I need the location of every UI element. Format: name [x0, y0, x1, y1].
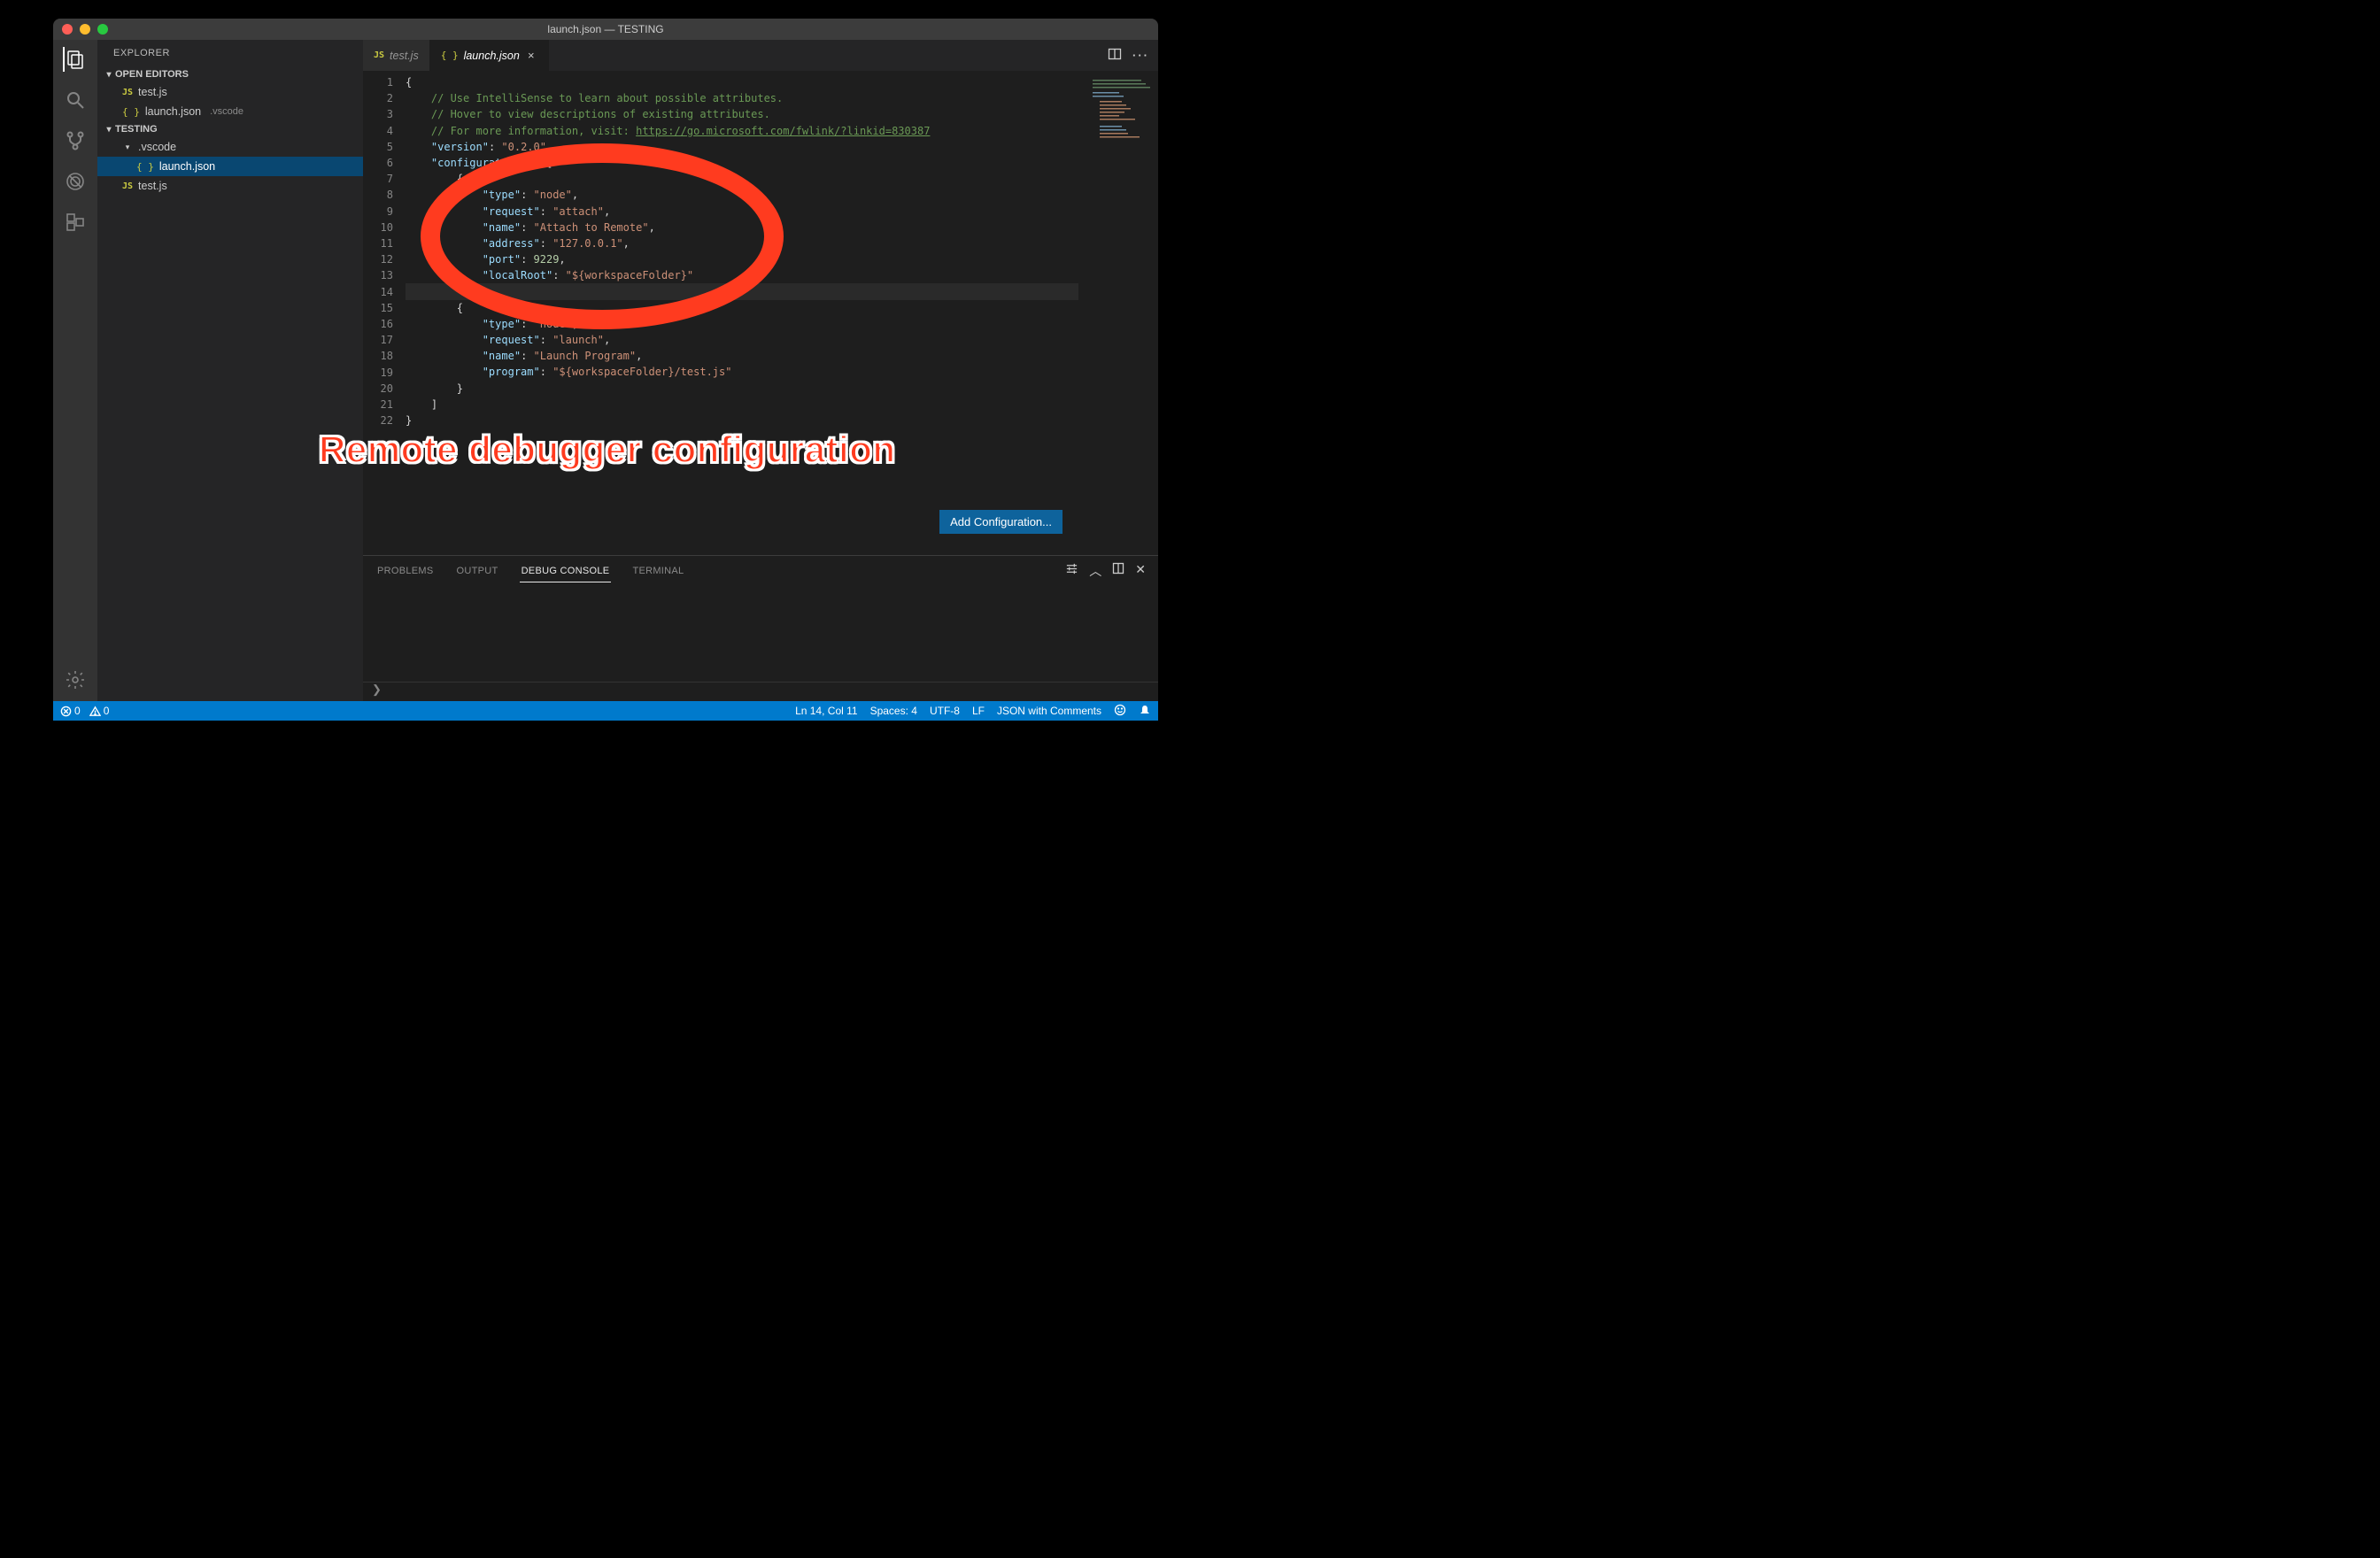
tab-label: launch.json	[464, 50, 520, 62]
editor-tabs: JS test.js { } launch.json × ···	[363, 40, 1158, 71]
file-name: launch.json	[159, 160, 215, 173]
explorer-sidebar: EXPLORER ▾ OPEN EDITORS JS test.js { } l…	[97, 40, 363, 701]
panel-tab-problems[interactable]: PROBLEMS	[375, 566, 436, 576]
settings-gear-icon[interactable]	[63, 667, 88, 692]
panel-tabs: PROBLEMS OUTPUT DEBUG CONSOLE TERMINAL ︿…	[363, 556, 1158, 586]
extensions-icon[interactable]	[63, 210, 88, 235]
workspace-section[interactable]: ▾ TESTING	[97, 121, 363, 137]
json-file-icon: { }	[441, 50, 459, 61]
minimap[interactable]	[1078, 71, 1158, 555]
file-name: launch.json	[145, 105, 201, 118]
close-tab-button[interactable]: ×	[525, 50, 537, 62]
editor-actions: ···	[1108, 40, 1158, 71]
file-name: test.js	[138, 180, 167, 192]
minimize-window-button[interactable]	[80, 24, 90, 35]
language-mode[interactable]: JSON with Comments	[997, 705, 1101, 717]
source-control-icon[interactable]	[63, 128, 88, 153]
activity-bar	[53, 40, 97, 701]
close-window-button[interactable]	[62, 24, 73, 35]
chevron-down-icon: ▾	[103, 125, 115, 135]
tab-label: test.js	[390, 50, 419, 62]
debug-console-input[interactable]: ❯	[363, 682, 1158, 701]
close-panel-icon[interactable]: ✕	[1135, 562, 1146, 580]
open-editor-item[interactable]: { } launch.json .vscode	[97, 102, 363, 121]
maximize-panel-icon[interactable]	[1112, 562, 1124, 580]
js-file-icon: JS	[122, 88, 133, 97]
debug-console-output	[363, 586, 1158, 682]
panel-tab-debug-console[interactable]: DEBUG CONSOLE	[520, 566, 612, 582]
feedback-icon[interactable]	[1114, 704, 1126, 719]
encoding-status[interactable]: UTF-8	[930, 705, 960, 717]
search-icon[interactable]	[63, 88, 88, 112]
vscode-window: launch.json — TESTING	[53, 19, 1158, 721]
code-content[interactable]: { // Use IntelliSense to learn about pos…	[406, 71, 1078, 555]
js-file-icon: JS	[374, 50, 384, 60]
prompt-icon: ❯	[372, 683, 382, 696]
maximize-window-button[interactable]	[97, 24, 108, 35]
open-editor-item[interactable]: JS test.js	[97, 82, 363, 102]
warnings-status[interactable]: 0	[89, 705, 110, 717]
open-editors-section[interactable]: ▾ OPEN EDITORS	[97, 66, 363, 82]
panel-tab-output[interactable]: OUTPUT	[455, 566, 500, 576]
tab-launch-json[interactable]: { } launch.json ×	[430, 40, 549, 71]
window-controls	[62, 24, 108, 35]
cursor-position[interactable]: Ln 14, Col 11	[795, 705, 858, 717]
folder-item[interactable]: ▾ .vscode	[97, 137, 363, 157]
notifications-icon[interactable]	[1139, 704, 1151, 719]
line-numbers: 12345678910111213141516171819202122	[363, 71, 406, 555]
split-editor-icon[interactable]	[1108, 47, 1122, 64]
errors-status[interactable]: 0	[60, 705, 81, 717]
file-name: test.js	[138, 86, 167, 98]
window-title: launch.json — TESTING	[53, 23, 1158, 35]
bottom-panel: PROBLEMS OUTPUT DEBUG CONSOLE TERMINAL ︿…	[363, 555, 1158, 701]
sidebar-title: EXPLORER	[97, 40, 363, 66]
tab-test-js[interactable]: JS test.js	[363, 40, 430, 71]
json-file-icon: { }	[122, 106, 140, 118]
debug-icon[interactable]	[63, 169, 88, 194]
editor-area: JS test.js { } launch.json × ··· 12345	[363, 40, 1158, 701]
titlebar: launch.json — TESTING	[53, 19, 1158, 40]
add-configuration-button[interactable]: Add Configuration...	[939, 510, 1062, 534]
workspace-label: TESTING	[115, 124, 158, 135]
filter-icon[interactable]	[1065, 562, 1078, 580]
folder-name: .vscode	[138, 141, 176, 153]
status-bar: 0 0 Ln 14, Col 11 Spaces: 4 UTF-8 LF JSO…	[53, 701, 1158, 721]
file-item-test-js[interactable]: JS test.js	[97, 176, 363, 196]
indentation-status[interactable]: Spaces: 4	[870, 705, 917, 717]
collapse-panel-icon[interactable]: ︿	[1089, 562, 1101, 580]
chevron-down-icon: ▾	[103, 70, 115, 80]
file-item-launch-json[interactable]: { } launch.json	[97, 157, 363, 176]
chevron-down-icon: ▾	[122, 143, 133, 152]
explorer-icon[interactable]	[63, 47, 88, 72]
more-actions-icon[interactable]: ···	[1132, 49, 1149, 62]
js-file-icon: JS	[122, 181, 133, 191]
eol-status[interactable]: LF	[972, 705, 985, 717]
open-editors-label: OPEN EDITORS	[115, 69, 189, 80]
json-file-icon: { }	[136, 161, 154, 173]
panel-tab-terminal[interactable]: TERMINAL	[630, 566, 685, 576]
code-editor[interactable]: 12345678910111213141516171819202122 { //…	[363, 71, 1158, 555]
file-path: .vscode	[210, 106, 243, 117]
